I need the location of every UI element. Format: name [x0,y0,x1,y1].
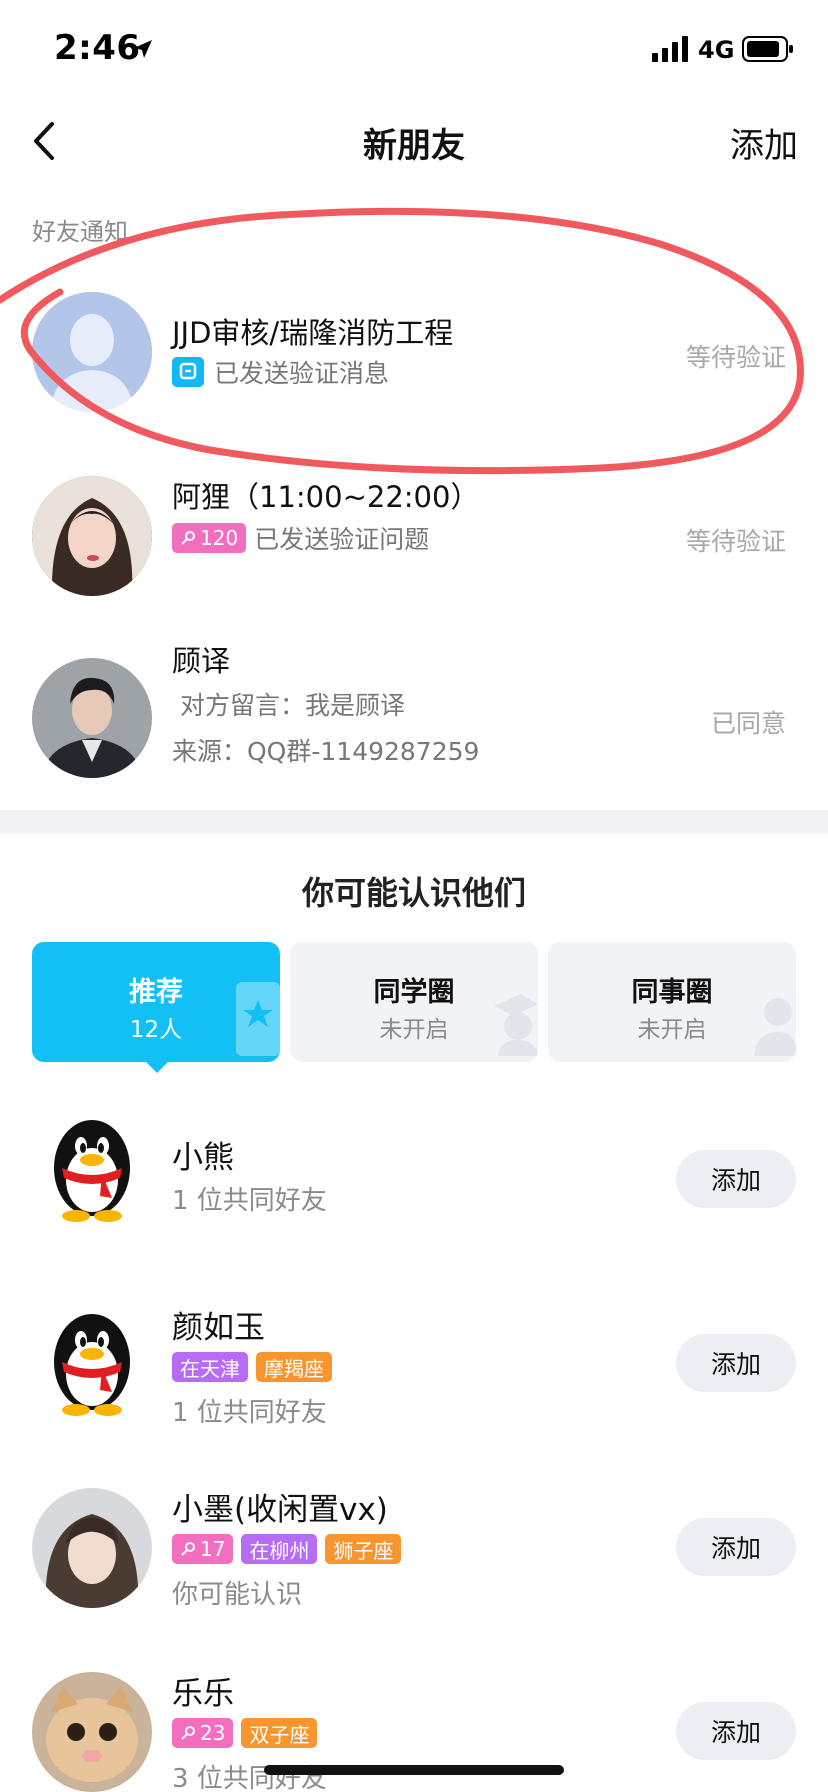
location-tag: 在柳州 [241,1534,318,1564]
notice-source: 来源：QQ群-1149287259 [172,737,480,766]
suggestion-desc: 1 位共同好友 [172,1186,327,1216]
vip-level: 120 [200,526,239,550]
qq-penguin-avatar [32,1108,152,1228]
notice-name: 顾译 [172,644,231,678]
suggestion-desc: 3 位共同好友 [172,1764,327,1792]
colleague-person-icon [754,998,796,1056]
notice-sub-row: 120 已发送验证问题 [172,520,429,556]
vip-level-badge: 17 [172,1534,234,1564]
vip-level-badge: 120 [172,523,247,553]
tab-classmates[interactable]: 同学圈 未开启 [290,942,538,1062]
add-button[interactable]: 添加 [676,1518,796,1576]
qq-penguin-avatar [32,1302,152,1422]
section-divider [0,810,828,834]
notice-status: 等待验证 [685,527,786,556]
signal-icon [652,36,688,62]
suggestion-item[interactable]: 颜如玉 在天津 摩羯座 1 位共同好友 添加 [0,1290,828,1460]
avatar [32,658,152,778]
avatar-photo [32,1488,152,1608]
avatar-photo [32,476,152,596]
zodiac-tag: 双子座 [241,1718,318,1748]
suggestion-tags: 在天津 摩羯座 [172,1352,340,1382]
location-tag: 在天津 [172,1352,248,1382]
zodiac-tag: 摩羯座 [256,1352,332,1382]
vip-level: 17 [200,1537,226,1561]
notice-name: 阿狸（11:00~22:00） [172,480,480,514]
add-button[interactable]: 添加 [676,1150,796,1208]
suggestion-tags: 23 双子座 [172,1718,325,1748]
key-icon [181,1726,195,1740]
page-title: 新朋友 [363,126,465,166]
avatar-photo [32,658,152,778]
suggestion-name: 颜如玉 [172,1310,265,1346]
suggestion-desc: 你可能认识 [172,1580,303,1610]
avatar [32,1488,152,1608]
tab-colleagues[interactable]: 同事圈 未开启 [548,942,796,1062]
add-button[interactable]: 添加 [676,1702,796,1760]
suggestion-name: 乐乐 [172,1676,234,1712]
vip-level: 23 [200,1721,226,1745]
notice-sub-text: 已发送验证问题 [254,525,430,554]
battery-icon [742,36,793,62]
status-bar: 2:46 4G [0,0,828,100]
suggestion-item[interactable]: 小墨(收闲置vx) 17 在柳州 狮子座 你可能认识 添加 [0,1474,828,1644]
cat-avatar-photo [32,1672,152,1792]
suggestion-name: 小墨(收闲置vx) [172,1492,388,1528]
key-icon [181,1542,195,1556]
graduation-cap-icon [494,994,538,1056]
notice-message: 对方留言：我是顾译 [180,691,406,720]
home-indicator[interactable] [264,1765,564,1775]
vip-level-badge: 23 [172,1718,234,1748]
zodiac-tag: 狮子座 [325,1534,402,1564]
star-bookmark-icon [236,982,280,1056]
notice-status: 已同意 [710,709,786,738]
red-circle-annotation [0,207,804,475]
tab-recommend[interactable]: 推荐 12人 [32,942,280,1062]
suggestion-tags: 17 在柳州 狮子座 [172,1534,409,1564]
network-type: 4G [698,36,735,64]
friend-notice-item[interactable]: 顾译 对方留言：我是顾译 来源：QQ群-1149287259 已同意 [0,638,828,808]
add-friend-button[interactable]: 添加 [730,118,798,167]
location-arrow-icon [134,40,152,58]
status-time: 2:46 [54,28,141,68]
key-icon [181,531,195,545]
suggestion-name: 小熊 [172,1140,234,1176]
avatar [32,1672,152,1792]
suggestion-desc: 1 位共同好友 [172,1398,327,1428]
tab-pointer [144,1060,170,1073]
add-button[interactable]: 添加 [676,1334,796,1392]
maybe-know-title: 你可能认识他们 [301,874,526,912]
friend-notice-item[interactable]: 阿狸（11:00~22:00） 120 已发送验证问题 等待验证 [0,458,828,628]
suggestion-item[interactable]: 小熊 1 位共同好友 添加 [0,1096,828,1266]
avatar [32,476,152,596]
